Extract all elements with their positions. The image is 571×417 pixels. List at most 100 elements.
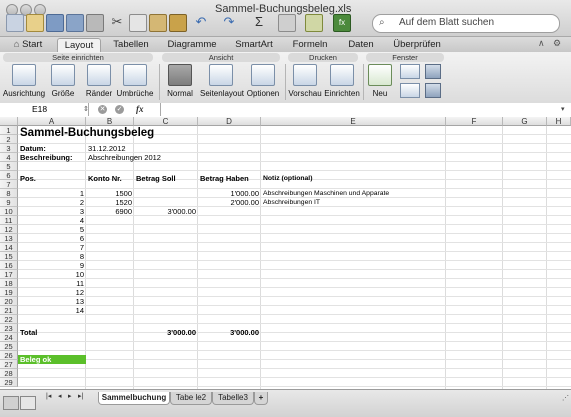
entry-pos[interactable]: 11 bbox=[18, 279, 86, 288]
entry-pos[interactable]: 13 bbox=[18, 297, 86, 306]
row-header[interactable]: 23 bbox=[0, 324, 18, 333]
row-header[interactable]: 15 bbox=[0, 252, 18, 261]
entry-haben[interactable]: 2'000.00 bbox=[198, 198, 261, 207]
entry-pos[interactable]: 3 bbox=[18, 207, 86, 216]
undo-icon[interactable]: ↶ bbox=[193, 14, 209, 30]
column-header-f[interactable]: F bbox=[446, 117, 503, 126]
freeze-panes-icon[interactable] bbox=[400, 83, 420, 98]
row-header[interactable]: 6 bbox=[0, 171, 18, 180]
format-painter-icon[interactable] bbox=[169, 14, 187, 32]
row-header[interactable]: 20 bbox=[0, 297, 18, 306]
row-header[interactable]: 3 bbox=[0, 144, 18, 153]
row-header[interactable]: 11 bbox=[0, 216, 18, 225]
tab-tabellen[interactable]: Tabellen bbox=[108, 38, 154, 51]
sheet-tab-tabelle2[interactable]: Tabe le2 bbox=[170, 392, 212, 405]
previous-sheet-icon[interactable]: ◂ bbox=[58, 392, 62, 400]
name-box[interactable]: E18 bbox=[0, 103, 89, 116]
split-window-icon[interactable] bbox=[425, 83, 441, 98]
entry-pos[interactable]: 12 bbox=[18, 288, 86, 297]
total-soll[interactable]: 3'000.00 bbox=[134, 328, 198, 337]
row-header[interactable]: 4 bbox=[0, 153, 18, 162]
row-header[interactable]: 21 bbox=[0, 306, 18, 315]
row-header[interactable]: 22 bbox=[0, 315, 18, 324]
entry-pos[interactable]: 1 bbox=[18, 189, 86, 198]
beschreibung-label[interactable]: Beschreibung: bbox=[18, 153, 75, 162]
entry-haben[interactable]: 1'000.00 bbox=[198, 189, 261, 198]
entry-pos[interactable]: 8 bbox=[18, 252, 86, 261]
datum-value[interactable]: 31.12.2012 bbox=[86, 144, 128, 153]
expand-formula-icon[interactable]: ▾ bbox=[561, 105, 565, 113]
column-header-h[interactable]: H bbox=[547, 117, 571, 126]
header-pos[interactable]: Pos. bbox=[18, 174, 38, 183]
filter-icon[interactable] bbox=[305, 14, 323, 32]
sheet-tab-tabelle3[interactable]: Tabelle3 bbox=[212, 392, 254, 405]
row-header[interactable]: 13 bbox=[0, 234, 18, 243]
row-header[interactable]: 5 bbox=[0, 162, 18, 171]
entry-notiz[interactable]: Abschreibungen Maschinen und Apparate bbox=[261, 189, 446, 198]
status-badge[interactable]: Beleg ok bbox=[18, 355, 86, 364]
spreadsheet-grid[interactable]: A B C D E F G H 1 2 3 4 5 6 7 8 9 10 11 12 13 14 15 16 1… bbox=[0, 117, 571, 389]
vorschau-button[interactable]: Vorschau bbox=[287, 64, 323, 98]
name-box-dropdown-icon[interactable]: ⇕ bbox=[83, 105, 89, 113]
ausrichtung-button[interactable]: Ausrichtung bbox=[2, 64, 46, 98]
entry-pos[interactable]: 9 bbox=[18, 261, 86, 270]
tab-formeln[interactable]: Formeln bbox=[288, 38, 332, 51]
collapse-ribbon-icon[interactable]: ∧ bbox=[538, 38, 545, 49]
row-header[interactable]: 24 bbox=[0, 333, 18, 342]
beschreibung-value[interactable]: Abschreibungen 2012 bbox=[86, 153, 163, 162]
column-header-c[interactable]: C bbox=[134, 117, 198, 126]
einrichten-button[interactable]: Einrichten bbox=[323, 64, 361, 98]
cut-icon[interactable]: ✂ bbox=[109, 14, 125, 30]
print-icon[interactable] bbox=[86, 14, 104, 32]
seitenlayout-button[interactable]: Seitenlayout bbox=[200, 64, 244, 98]
entry-pos[interactable]: 4 bbox=[18, 216, 86, 225]
row-header[interactable]: 29 bbox=[0, 378, 18, 387]
column-header-d[interactable]: D bbox=[198, 117, 261, 126]
row-header[interactable]: 14 bbox=[0, 243, 18, 252]
tab-ueberpruefen[interactable]: Überprüfen bbox=[389, 38, 445, 51]
new-workbook-icon[interactable] bbox=[6, 14, 24, 32]
last-sheet-icon[interactable]: ▸| bbox=[78, 392, 83, 400]
datum-label[interactable]: Datum: bbox=[18, 144, 48, 153]
groesse-button[interactable]: Größe bbox=[48, 64, 78, 98]
header-soll[interactable]: Betrag Soll bbox=[134, 174, 178, 183]
confirm-entry-icon[interactable]: ✓ bbox=[115, 105, 124, 114]
row-header[interactable]: 10 bbox=[0, 207, 18, 216]
total-haben[interactable]: 3'000.00 bbox=[198, 328, 261, 337]
neu-button[interactable]: Neu bbox=[366, 64, 394, 98]
normal-view-toggle-icon[interactable] bbox=[3, 396, 19, 410]
column-header-g[interactable]: G bbox=[503, 117, 547, 126]
formula-input[interactable] bbox=[160, 103, 561, 116]
add-sheet-button[interactable]: + bbox=[254, 392, 268, 405]
entry-pos[interactable]: 6 bbox=[18, 234, 86, 243]
raender-button[interactable]: Ränder bbox=[84, 64, 114, 98]
ribbon-settings-icon[interactable]: ⚙ bbox=[553, 38, 561, 49]
row-header[interactable]: 27 bbox=[0, 360, 18, 369]
entry-konto[interactable]: 1500 bbox=[86, 189, 134, 198]
row-header[interactable]: 28 bbox=[0, 369, 18, 378]
sort-icon[interactable] bbox=[278, 14, 296, 32]
entry-notiz[interactable]: Abschreibungen IT bbox=[261, 198, 446, 207]
arrange-icon[interactable] bbox=[400, 64, 420, 79]
row-header[interactable]: 19 bbox=[0, 288, 18, 297]
row-header[interactable]: 25 bbox=[0, 342, 18, 351]
row-header[interactable]: 26 bbox=[0, 351, 18, 360]
row-header[interactable]: 8 bbox=[0, 189, 18, 198]
row-header[interactable]: 1 bbox=[0, 126, 18, 135]
templates-icon[interactable] bbox=[26, 14, 44, 32]
entry-pos[interactable]: 5 bbox=[18, 225, 86, 234]
entry-konto[interactable]: 6900 bbox=[86, 207, 134, 216]
row-header[interactable]: 18 bbox=[0, 279, 18, 288]
entry-pos[interactable]: 10 bbox=[18, 270, 86, 279]
autosum-icon[interactable]: Σ bbox=[251, 14, 267, 30]
row-header[interactable]: 7 bbox=[0, 180, 18, 189]
entry-pos[interactable]: 2 bbox=[18, 198, 86, 207]
optionen-button[interactable]: Optionen bbox=[245, 64, 281, 98]
header-notiz[interactable]: Notiz (optional) bbox=[261, 174, 314, 183]
next-sheet-icon[interactable]: ▸ bbox=[68, 392, 72, 400]
column-header-a[interactable]: A bbox=[18, 117, 86, 126]
entry-pos[interactable]: 14 bbox=[18, 306, 86, 315]
insert-function-icon[interactable]: fx bbox=[136, 104, 144, 114]
normal-view-button[interactable]: Normal bbox=[163, 64, 197, 98]
page-layout-toggle-icon[interactable] bbox=[20, 396, 36, 410]
